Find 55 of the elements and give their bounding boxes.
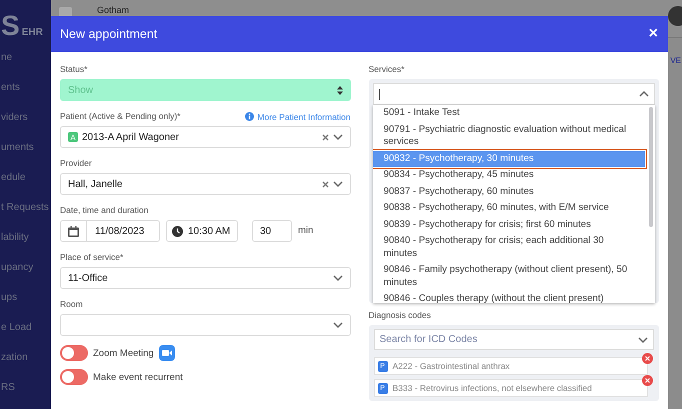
location-name: Gotham [97,5,130,15]
icd-search-field[interactable]: Search for ICD Codes [374,329,654,350]
close-button[interactable]: × [646,26,660,42]
dialog-title: New appointment [60,27,158,41]
chevron-down-icon [638,336,648,342]
unit-label: min [298,225,314,236]
field-label: Date, time and duration [60,205,150,215]
more-info-link[interactable]: More Patient Information [245,112,350,122]
field-label: Services* [368,64,406,74]
date-field[interactable]: 11/08/2023 [60,220,160,242]
page-text: VE [670,56,681,65]
chevron-down-icon [332,181,342,187]
clear-icon[interactable] [322,134,328,140]
clock-icon [172,226,183,236]
service-option[interactable]: 90840 - Psychotherapy for crisis; each additional 30 minutes [372,233,645,262]
field-label: Patient (Active & Pending only)* [60,111,180,121]
scrollbar[interactable] [649,107,653,227]
services-search-field[interactable] [372,83,655,105]
clear-icon[interactable] [322,180,328,188]
sort-caret-icon [336,86,342,94]
duration-field[interactable]: 30 [252,220,292,242]
remove-icon[interactable] [642,375,653,386]
place-select[interactable]: 11-Office [60,267,350,289]
toggle-switch[interactable] [60,369,88,385]
diagnosis-text: A222 - Gastrointestinal anthrax [392,361,510,371]
toggle-label: Make event recurrent [93,372,183,382]
chevron-down-icon [332,134,342,140]
info-icon [245,112,254,121]
field-label: Provider [60,158,93,168]
field-label: Room [60,299,84,309]
service-option[interactable]: 90791 - Psychiatric diagnostic evaluation without medical services [372,122,645,150]
service-option[interactable]: 5091 - Intake Test [372,105,645,122]
service-option[interactable]: 90839 - Psychotherapy for crisis; first 60 minutes [372,216,645,233]
toggle-label: Zoom Meeting [93,348,154,358]
service-option[interactable]: 90834 - Psychotherapy, 45 minutes [372,167,645,184]
remove-icon[interactable] [642,353,653,364]
avatar-icon[interactable] [668,6,682,26]
service-option[interactable]: 90838 - Psychotherapy, 60 minutes, with E/M service [372,200,645,216]
time-field[interactable]: 10:30 AM [166,220,238,242]
logo-letter: S [1,10,20,42]
chevron-down-icon [332,322,342,328]
calendar-icon [68,226,79,236]
provider-select[interactable]: Hall, Janelle [60,173,350,195]
field-label: Diagnosis codes [368,310,432,320]
chevron-up-icon [639,91,649,97]
video-camera-icon [158,345,175,361]
field-label: Status* [60,64,88,74]
service-option[interactable]: 90837 - Psychotherapy, 60 minutes [372,184,645,200]
service-option[interactable]: 90846 - Couples therapy (without the client present) [372,291,645,303]
field-label: Place of service* [60,252,124,262]
service-option[interactable]: 90846 - Family psychotherapy (without client present), 50 minutes [372,262,645,291]
toggle-switch[interactable] [60,345,88,361]
chevron-down-icon [332,275,342,281]
diagnosis-text: B333 - Retrovirus infections, not elsewhere classified [392,383,592,393]
logo-text: EHR [22,27,43,38]
